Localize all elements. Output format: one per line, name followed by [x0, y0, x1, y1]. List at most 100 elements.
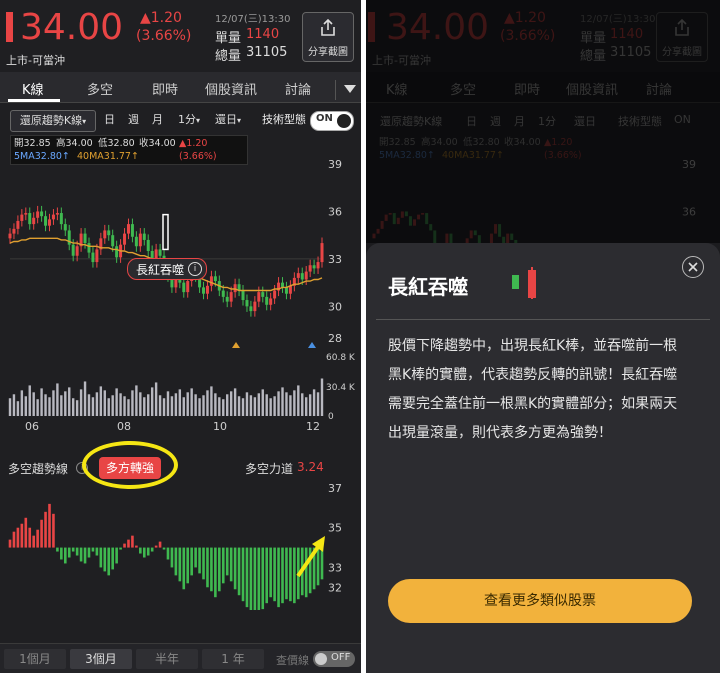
- candle: [138, 233, 142, 247]
- pattern-tag[interactable]: 長紅吞噬 i: [127, 258, 207, 280]
- bullbear-bar: [87, 547, 91, 558]
- bullbear-bar: [99, 547, 103, 568]
- single-volume-value: 1140: [246, 27, 280, 42]
- bullbear-trend-label: 多空趨勢線: [8, 462, 69, 476]
- bullbear-bar: [206, 547, 209, 588]
- bullbear-bar: [40, 519, 43, 548]
- bullbear-bar: [123, 543, 126, 548]
- volume-bar: [150, 387, 154, 416]
- volume-bar: [316, 392, 320, 416]
- volume-bar: [241, 398, 245, 416]
- period-day[interactable]: 日: [104, 110, 115, 130]
- candle: [296, 273, 300, 278]
- volume-bar: [32, 392, 35, 416]
- tab-kline[interactable]: K線: [22, 79, 44, 98]
- info-icon: i: [188, 262, 202, 276]
- date-axis-tick: 10: [213, 420, 227, 433]
- range-1-year[interactable]: 1 年: [202, 649, 264, 669]
- bullbear-bar: [182, 547, 186, 590]
- volume-bar: [308, 394, 312, 416]
- arrow-annotation-icon: [296, 536, 325, 578]
- candle: [75, 246, 79, 256]
- bullbear-bar: [162, 547, 166, 550]
- bullbear-axis-tick: 37: [328, 482, 342, 495]
- volume-bar: [40, 388, 43, 416]
- candle: [95, 249, 99, 263]
- candle: [320, 243, 324, 263]
- candle: [123, 233, 127, 245]
- volume-bar: [119, 393, 122, 416]
- volume-bar: [8, 398, 12, 416]
- candle: [134, 236, 138, 247]
- restore-day-dropdown[interactable]: 還日▾: [215, 110, 241, 130]
- period-minute-dropdown[interactable]: 1分▾: [178, 110, 200, 130]
- candle: [312, 265, 316, 269]
- bullbear-bar: [91, 547, 95, 552]
- restore-trend-kline-dropdown[interactable]: 還原趨勢K線▾: [10, 110, 96, 132]
- volume-bar: [158, 395, 162, 416]
- candle: [115, 246, 119, 258]
- volume-bar: [16, 401, 20, 416]
- price-line-toggle[interactable]: OFF: [313, 651, 355, 667]
- volume-bar: [206, 390, 209, 416]
- share-screenshot-button[interactable]: 分享截圖: [302, 12, 354, 62]
- bullbear-bar: [178, 547, 182, 582]
- range-3-months[interactable]: 3個月: [70, 649, 132, 669]
- volume-bar: [186, 392, 189, 416]
- candle: [245, 300, 249, 307]
- bullbear-bar: [111, 547, 114, 570]
- bullbear-bar: [281, 547, 284, 604]
- tab-discussion[interactable]: 討論: [285, 79, 311, 98]
- toggle-off-text: OFF: [331, 652, 351, 663]
- bullbear-bar: [265, 547, 269, 604]
- price-line-label: 查價線: [276, 654, 309, 667]
- tabs-more-dropdown[interactable]: [335, 80, 361, 100]
- candle: [63, 224, 67, 231]
- bullbear-bar: [285, 547, 288, 600]
- tech-pattern-toggle[interactable]: ON: [310, 111, 354, 131]
- candle: [36, 211, 40, 218]
- candle: [146, 239, 150, 251]
- tab-stock-info[interactable]: 個股資訊: [205, 79, 257, 98]
- candle: [55, 213, 59, 215]
- volume-bar: [115, 388, 118, 416]
- bullbear-bar: [225, 547, 229, 576]
- period-month[interactable]: 月: [152, 110, 163, 130]
- volume-bar: [127, 399, 130, 416]
- volume-bar: [174, 393, 178, 416]
- bullbear-bar: [60, 547, 63, 560]
- candle: [16, 220, 20, 229]
- candle: [269, 298, 273, 305]
- close-popup-button[interactable]: [682, 256, 704, 278]
- tab-bullbear[interactable]: 多空: [87, 79, 113, 98]
- bullish-strong-badge[interactable]: 多方轉強: [99, 457, 161, 479]
- volume-bar: [44, 394, 47, 416]
- close-icon: [688, 262, 698, 272]
- bullbear-bar: [170, 547, 174, 568]
- volume-bar: [83, 381, 87, 416]
- candle: [202, 287, 206, 294]
- period-week[interactable]: 週: [128, 110, 139, 130]
- candle: [205, 285, 209, 294]
- volume-bar: [139, 392, 142, 416]
- see-similar-stocks-button[interactable]: 查看更多類似股票: [388, 579, 692, 623]
- candle: [59, 213, 63, 225]
- volume-bar: [245, 392, 249, 416]
- candle: [87, 243, 91, 253]
- volume-axis-tick: 30.4 K: [326, 383, 356, 393]
- bullbear-bar: [221, 547, 225, 584]
- modal-overlay[interactable]: [366, 0, 720, 243]
- tab-realtime[interactable]: 即時: [152, 79, 178, 98]
- volume-bar: [166, 391, 170, 416]
- volume-bar: [233, 388, 237, 416]
- bullbear-bar: [20, 523, 24, 548]
- price-change-pct: (3.66%): [136, 28, 192, 44]
- range-half-year[interactable]: 半年: [136, 649, 198, 669]
- volume-bar: [36, 399, 39, 416]
- range-1-month[interactable]: 1個月: [4, 649, 66, 669]
- candle: [241, 290, 245, 301]
- pattern-tag-label: 長紅吞噬: [136, 263, 185, 277]
- candle: [186, 281, 190, 293]
- volume-bar: [52, 390, 55, 416]
- bullbear-bar: [24, 517, 28, 548]
